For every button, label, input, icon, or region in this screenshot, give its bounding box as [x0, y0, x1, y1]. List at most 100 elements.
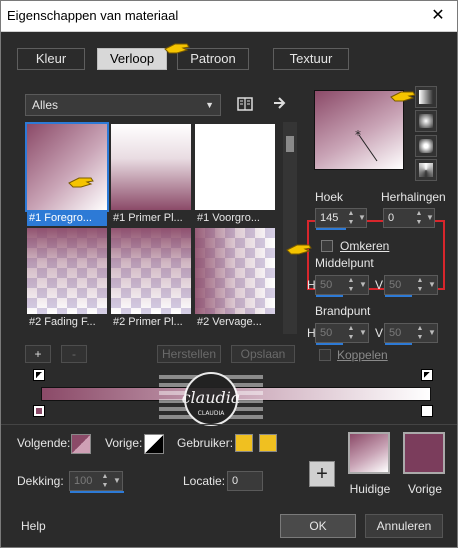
library-icon[interactable]: [237, 96, 253, 112]
angle-slider-bar[interactable]: [316, 228, 346, 230]
spin-updown-icon[interactable]: ▲ ▼: [415, 276, 425, 294]
gradient-library-grid: #1 Foregro... #1 Primer Pl... #1 Voorgro…: [25, 122, 279, 334]
center-h-slider-bar[interactable]: [316, 295, 343, 297]
previous-label: Vorige:: [105, 436, 143, 450]
chevron-down-icon[interactable]: ▼: [427, 324, 437, 342]
color-stop-top-right[interactable]: [421, 369, 433, 381]
opacity-spinner[interactable]: 100 ▲ ▼ ▼: [69, 471, 124, 493]
pointing-hand-icon: [390, 91, 416, 102]
add-gradient-button[interactable]: +: [25, 345, 51, 363]
remove-gradient-button[interactable]: -: [61, 345, 87, 363]
radial-gradient-type-button[interactable]: [415, 159, 437, 181]
angle-spinner[interactable]: 145 ▲ ▼ ▼: [315, 208, 367, 230]
repeats-label: Herhalingen: [381, 190, 446, 204]
category-dropdown[interactable]: Alles ▼: [25, 94, 221, 116]
link-label: Koppelen: [337, 348, 388, 362]
focal-v-spinner[interactable]: 50 ▲ ▼ ▼: [384, 323, 438, 345]
center-v-value: 50: [389, 279, 402, 291]
repeats-value: 0: [388, 212, 395, 224]
spin-updown-icon[interactable]: ▲ ▼: [346, 324, 356, 342]
opacity-value: 100: [74, 475, 93, 487]
center-v-slider-bar[interactable]: [385, 295, 412, 297]
linear-gradient-type-button[interactable]: [415, 86, 437, 108]
spin-updown-icon[interactable]: ▲ ▼: [346, 276, 356, 294]
gradient-preview: [195, 228, 275, 314]
cancel-button[interactable]: Annuleren: [365, 514, 443, 538]
angle-value: 145: [320, 212, 339, 224]
current-material-swatch[interactable]: [348, 432, 390, 474]
center-h-spinner[interactable]: 50 ▲ ▼ ▼: [315, 275, 369, 297]
angle-label: Hoek: [315, 190, 344, 204]
ok-button[interactable]: OK: [280, 514, 356, 538]
center-label: Middelpunt: [315, 256, 374, 270]
previous-swatch[interactable]: [144, 434, 164, 454]
gradient-preview: [111, 228, 191, 314]
spin-updown-icon[interactable]: ▲ ▼: [100, 472, 110, 490]
follow-label: Volgende:: [17, 436, 71, 450]
gradient-label: #2 Primer Pl...: [113, 316, 183, 328]
color-stop-bottom-left[interactable]: [33, 405, 45, 417]
pointing-hand-icon: [286, 244, 312, 255]
radial-gradient-icon: [419, 163, 433, 177]
chevron-down-icon[interactable]: ▼: [358, 276, 368, 294]
chevron-down-icon[interactable]: ▼: [427, 276, 437, 294]
gradient-thumb[interactable]: #2 Vervage...: [195, 228, 275, 328]
tab-verloop[interactable]: Verloop: [97, 48, 167, 70]
spin-updown-icon[interactable]: ▲ ▼: [414, 209, 424, 227]
center-v-spinner[interactable]: 50 ▲ ▼ ▼: [384, 275, 438, 297]
pointing-hand-icon: [68, 177, 94, 188]
focal-v-value: 50: [389, 327, 402, 339]
opacity-slider-bar[interactable]: [70, 491, 124, 493]
follow-swatch[interactable]: [71, 434, 91, 454]
gradient-thumb[interactable]: #1 Voorgro...: [195, 124, 275, 224]
repeats-spinner[interactable]: 0 ▲ ▼ ▼: [383, 208, 435, 228]
focal-h-spinner[interactable]: 50 ▲ ▼ ▼: [315, 323, 369, 345]
claudia-watermark-logo: claudia CLAUDIA: [159, 372, 263, 426]
category-value: Alles: [32, 98, 59, 112]
help-button[interactable]: Help: [21, 519, 46, 533]
spin-updown-icon[interactable]: ▲ ▼: [415, 324, 425, 342]
center-v-label: V: [375, 278, 384, 292]
title-bar: Eigenschappen van materiaal ✕: [1, 1, 457, 32]
scrollbar-thumb[interactable]: [286, 136, 294, 152]
gradient-thumb[interactable]: #2 Primer Pl...: [111, 228, 191, 328]
rectangular-gradient-type-button[interactable]: [415, 110, 437, 132]
user-label: Gebruiker:: [177, 436, 234, 450]
user-swatch-1[interactable]: [235, 434, 253, 452]
location-input[interactable]: 0: [227, 471, 263, 491]
linear-gradient-icon: [419, 90, 433, 104]
link-checkbox[interactable]: [319, 349, 331, 361]
color-stop-top-left[interactable]: [33, 369, 45, 381]
dialog-body: Kleur Verloop Patroon Textuur Alles ▼ #1…: [1, 32, 457, 547]
arrow-right-icon[interactable]: [273, 96, 287, 110]
tab-kleur[interactable]: Kleur: [17, 48, 85, 70]
previous-material-swatch[interactable]: [403, 432, 445, 474]
gradient-preview: [27, 228, 107, 314]
location-label: Locatie:: [183, 474, 226, 488]
focal-h-slider-bar[interactable]: [316, 343, 343, 345]
rectangular-gradient-icon: [419, 114, 433, 128]
spin-updown-icon[interactable]: ▲ ▼: [346, 209, 356, 227]
gradient-thumb[interactable]: #2 Fading F...: [27, 228, 107, 328]
previous-swatch-label: Vorige: [407, 482, 443, 496]
stop-color-icon: [36, 408, 42, 414]
gradient-label: #2 Fading F...: [29, 316, 96, 328]
add-material-button[interactable]: +: [309, 461, 335, 487]
user-swatch-2[interactable]: [259, 434, 277, 452]
gradient-thumb[interactable]: #1 Primer Pl...: [111, 124, 191, 224]
gradient-thumb[interactable]: #1 Foregro...: [25, 122, 109, 226]
color-stop-bottom-right[interactable]: [421, 405, 433, 417]
gradient-preview: [195, 124, 275, 210]
invert-checkbox[interactable]: [321, 240, 333, 252]
close-icon[interactable]: ✕: [427, 5, 449, 27]
chevron-down-icon[interactable]: ▼: [357, 209, 367, 227]
material-properties-dialog: Eigenschappen van materiaal ✕ Kleur Verl…: [0, 0, 458, 548]
tab-textuur[interactable]: Textuur: [273, 48, 349, 70]
chevron-down-icon[interactable]: ▼: [112, 472, 122, 490]
sunburst-gradient-type-button[interactable]: [415, 135, 437, 157]
chevron-down-icon[interactable]: ▼: [358, 324, 368, 342]
library-scrollbar[interactable]: [283, 122, 297, 334]
chevron-down-icon[interactable]: ▼: [425, 209, 435, 227]
pointing-hand-icon: [164, 43, 190, 54]
focal-v-slider-bar[interactable]: [385, 343, 412, 345]
